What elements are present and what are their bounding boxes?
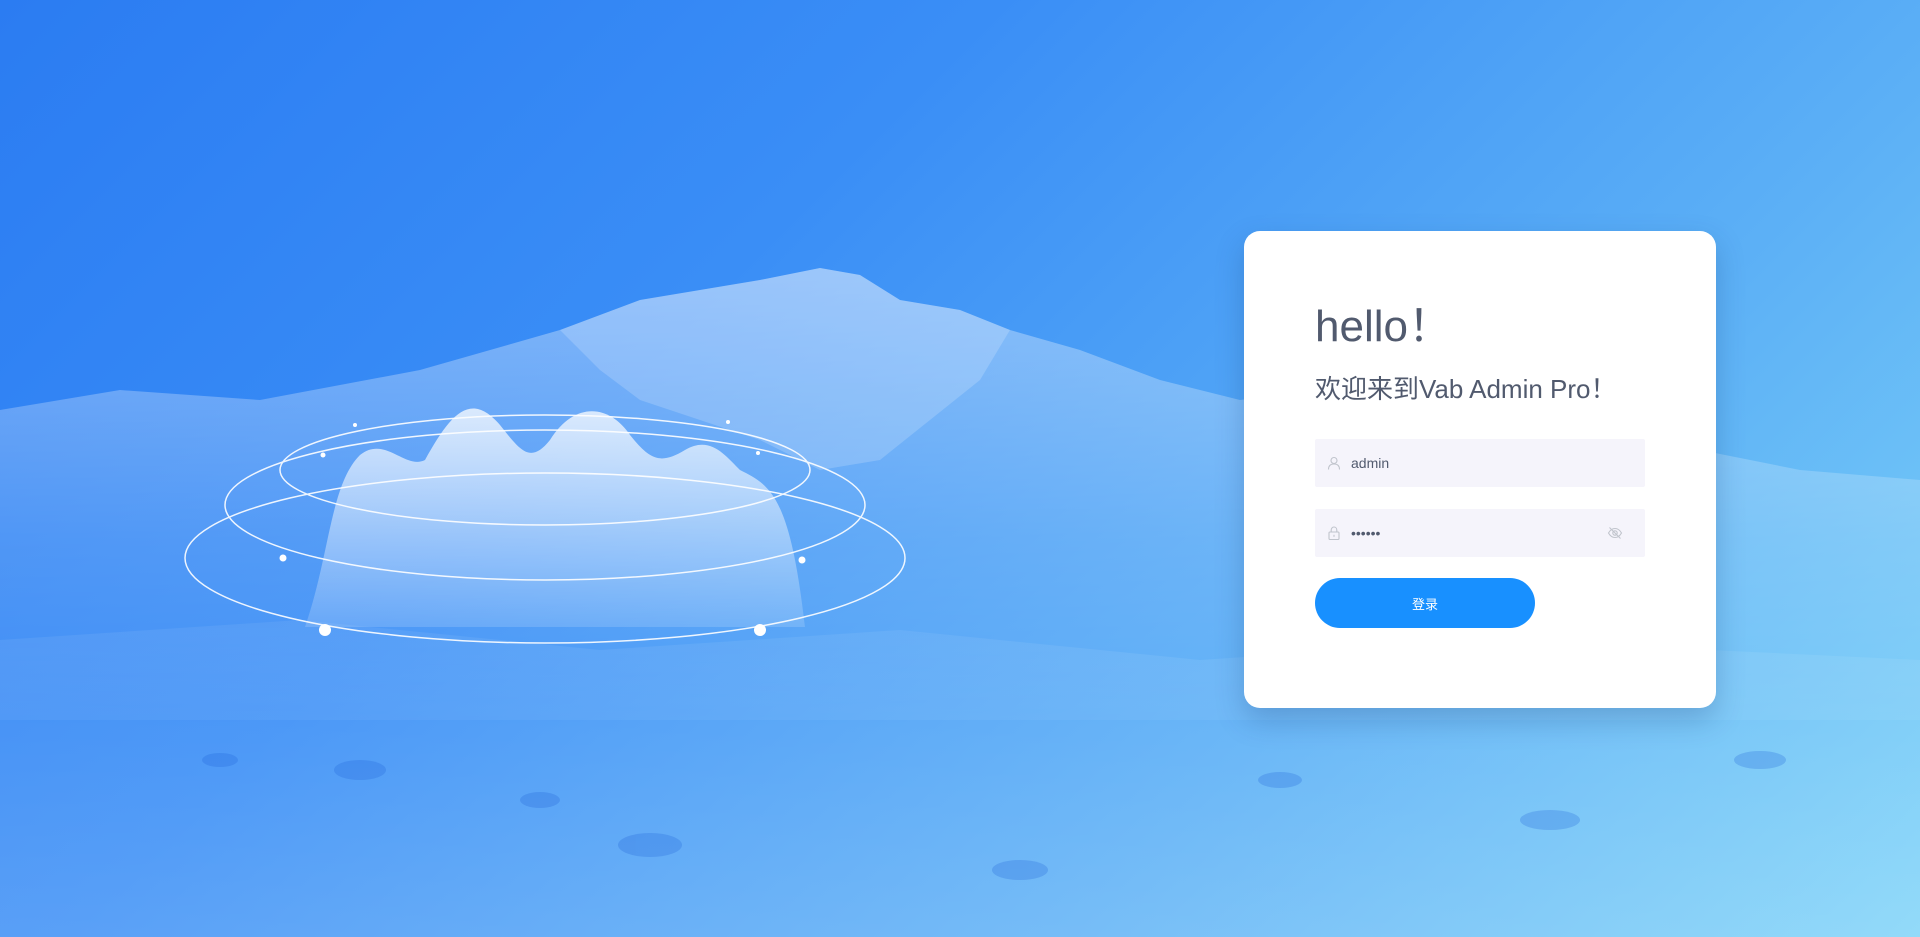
username-input[interactable] bbox=[1351, 440, 1591, 486]
lock-icon bbox=[1326, 525, 1342, 541]
welcome-text: 欢迎来到Vab Admin Pro！ bbox=[1315, 374, 1617, 404]
login-card: hello！ 欢迎来到Vab Admin Pro！ admin 登录 bbox=[1244, 231, 1716, 708]
hologram-illustration bbox=[184, 408, 906, 644]
password-field[interactable] bbox=[1315, 509, 1645, 557]
login-button[interactable]: 登录 bbox=[1315, 578, 1535, 628]
login-page: hello！ 欢迎来到Vab Admin Pro！ admin 登录 bbox=[0, 0, 1920, 937]
eye-off-icon[interactable] bbox=[1607, 525, 1623, 541]
username-field[interactable] bbox=[1315, 439, 1645, 487]
greeting-title: hello！ bbox=[1315, 302, 1452, 351]
password-input[interactable] bbox=[1351, 510, 1591, 556]
user-icon bbox=[1326, 455, 1342, 471]
